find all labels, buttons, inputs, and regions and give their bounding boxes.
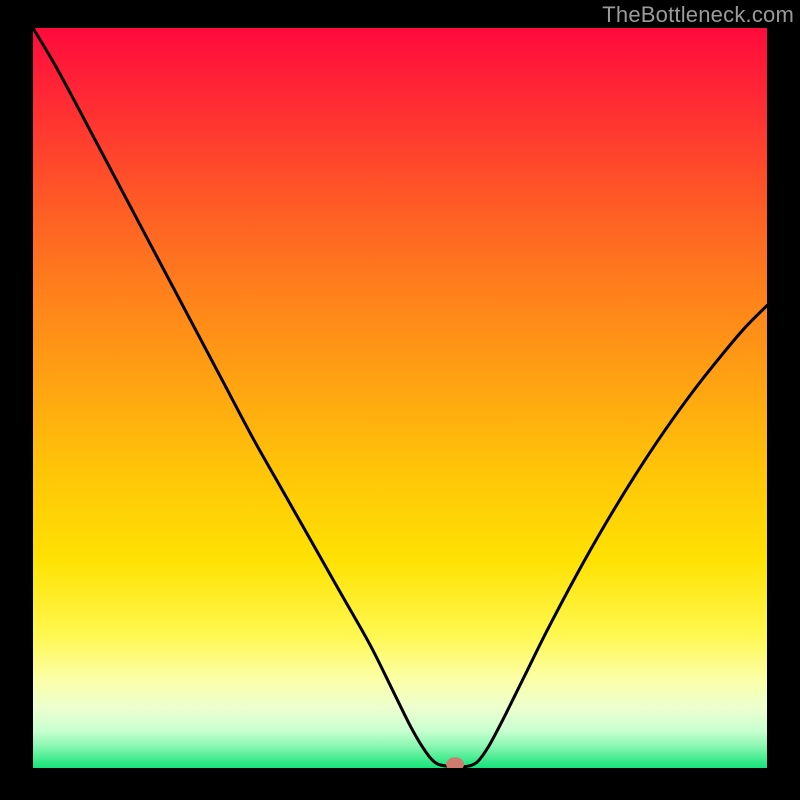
chart-frame: TheBottleneck.com — [0, 0, 800, 800]
plot-area — [33, 28, 767, 768]
curve-path — [33, 28, 767, 767]
min-marker — [446, 757, 464, 768]
watermark-text: TheBottleneck.com — [602, 2, 794, 28]
plot-svg — [33, 28, 767, 768]
